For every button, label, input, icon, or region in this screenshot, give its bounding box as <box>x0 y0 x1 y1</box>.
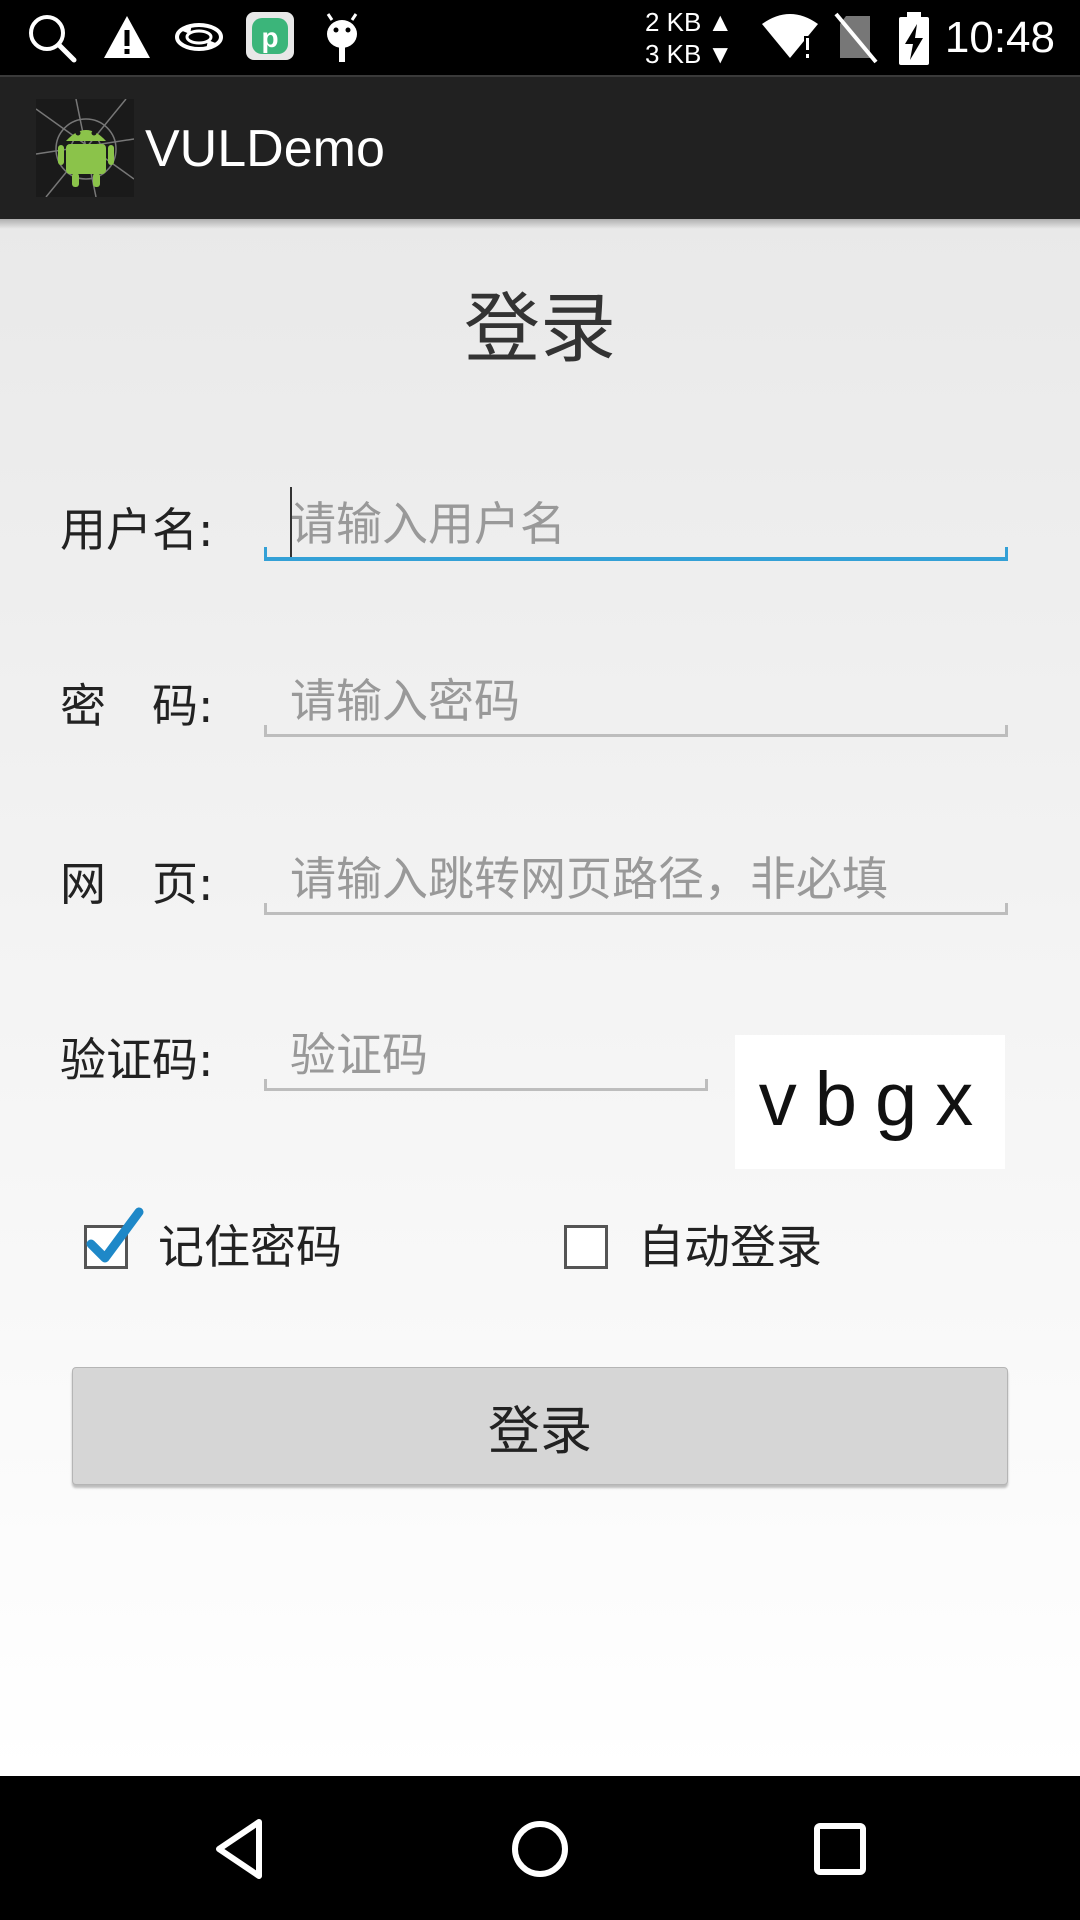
auto-login-label[interactable]: 自动登录 <box>638 1219 822 1275</box>
search-icon <box>29 15 77 63</box>
status-bar: p 2 KB ▲ 3 KB ▼ 10:48 <box>0 0 1080 75</box>
app-p-icon: p <box>246 12 294 60</box>
checkmark-icon <box>86 1207 144 1263</box>
wifi-no-internet-icon <box>762 14 818 58</box>
no-sim-icon <box>834 12 878 64</box>
username-label: 用户名: <box>60 503 214 557</box>
battery-charging-icon <box>899 12 929 65</box>
page-title: 登录 <box>464 284 616 373</box>
captcha-image[interactable]: vbgx <box>735 1035 1005 1169</box>
login-button-label: 登录 <box>487 1401 592 1462</box>
action-bar: VULDemo <box>0 75 1080 219</box>
android-logo-icon[interactable] <box>36 99 134 197</box>
recents-icon[interactable] <box>805 1814 875 1884</box>
remember-password-checkbox[interactable] <box>84 1207 144 1269</box>
username-field[interactable] <box>264 487 1008 561</box>
captcha-label: 验证码: <box>60 1033 214 1087</box>
navigation-bar <box>0 1776 1080 1920</box>
net-up-text: 2 KB <box>645 7 702 37</box>
app-title: VULDemo <box>145 120 385 178</box>
webpage-field[interactable] <box>264 845 1008 915</box>
captcha-input[interactable] <box>264 1021 708 1088</box>
webpage-input[interactable] <box>264 845 1008 912</box>
login-button[interactable]: 登录 <box>72 1367 1008 1485</box>
username-input[interactable] <box>264 491 1008 557</box>
text-cursor <box>290 487 292 557</box>
net-down-text: 3 KB <box>645 39 702 69</box>
auto-login-checkbox[interactable] <box>564 1225 608 1269</box>
home-icon[interactable] <box>505 1814 575 1884</box>
password-field[interactable] <box>264 667 1008 737</box>
password-label: 密 码: <box>60 679 214 733</box>
network-speed: 2 KB ▲ 3 KB ▼ <box>645 6 755 70</box>
arrow-up-icon: ▲ <box>707 7 734 37</box>
password-input[interactable] <box>264 667 1008 734</box>
arrow-down-icon: ▼ <box>707 39 734 69</box>
webpage-label: 网 页: <box>60 857 214 911</box>
clock: 10:48 <box>944 13 1055 62</box>
svg-text:p: p <box>261 22 278 53</box>
android-debug-icon <box>326 13 358 62</box>
action-bar-shadow <box>0 219 1080 229</box>
sync-icon <box>175 23 223 51</box>
warning-icon <box>104 16 150 58</box>
captcha-image-text: vbgx <box>758 1057 992 1142</box>
back-icon[interactable] <box>205 1814 275 1884</box>
captcha-field[interactable] <box>264 1021 708 1091</box>
login-form: 登录 用户名: 密 码: 网 页: 验证码: vbgx 记住密码 自动登录 登录 <box>0 219 1080 1776</box>
remember-password-label[interactable]: 记住密码 <box>158 1219 342 1275</box>
